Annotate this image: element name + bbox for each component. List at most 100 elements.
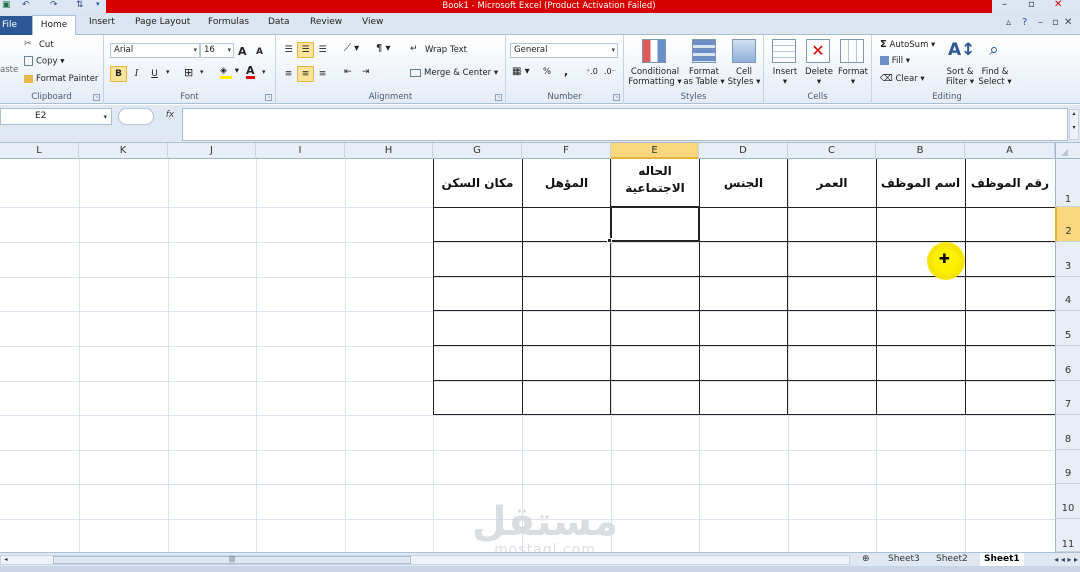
decrease-indent-icon[interactable]: ⇤ bbox=[344, 67, 352, 77]
header-cell-g1[interactable]: مكان السكن bbox=[433, 175, 522, 192]
delete-cells-icon[interactable]: ✕ bbox=[806, 39, 830, 63]
cell-styles-button[interactable]: Cell Styles ▾ bbox=[724, 67, 764, 87]
header-cell-b1[interactable]: اسم الموظف bbox=[876, 175, 965, 192]
formula-input[interactable] bbox=[182, 108, 1068, 141]
clear-button[interactable]: ⌫ Clear ▾ bbox=[880, 74, 925, 84]
column-header[interactable]: J bbox=[168, 143, 256, 159]
header-cell-a1[interactable]: رقم الموظف bbox=[965, 175, 1055, 192]
help-icon[interactable]: ? bbox=[1022, 17, 1027, 28]
fill-color-button[interactable]: ◈ ▾ bbox=[220, 66, 239, 79]
format-cells-button[interactable]: Format ▾ bbox=[834, 67, 872, 87]
bold-button[interactable]: B bbox=[110, 66, 127, 82]
comma-style-button[interactable]: , bbox=[564, 65, 568, 78]
close-icon[interactable]: ✕ bbox=[1054, 0, 1062, 10]
fill-handle[interactable] bbox=[607, 238, 612, 243]
column-header[interactable]: I bbox=[256, 143, 345, 159]
orientation-icon[interactable]: ⟋ ▾ bbox=[344, 43, 359, 54]
increase-indent-icon[interactable]: ⇥ bbox=[362, 67, 370, 77]
row-header[interactable]: 3 bbox=[1055, 242, 1080, 277]
column-header[interactable]: A bbox=[965, 143, 1055, 159]
sheet-tab-sheet2[interactable]: Sheet2 bbox=[932, 553, 972, 567]
align-top-icon[interactable]: ☰ bbox=[280, 42, 297, 58]
number-format-select[interactable]: General ▾ bbox=[510, 43, 618, 58]
tab-data[interactable]: Data bbox=[268, 17, 290, 27]
underline-button[interactable]: U bbox=[146, 66, 163, 82]
borders-icon[interactable]: ⊞ bbox=[184, 66, 193, 79]
sheet-tab-sheet1[interactable]: Sheet1 bbox=[980, 553, 1024, 567]
row-header-selected[interactable]: 2 bbox=[1055, 207, 1080, 242]
paste-button[interactable]: aste bbox=[0, 65, 18, 75]
font-name-select[interactable]: Arial ▾ bbox=[110, 43, 200, 58]
tab-review[interactable]: Review bbox=[310, 17, 342, 27]
scroll-left-icon[interactable]: ◂ bbox=[1, 556, 11, 564]
binoculars-icon[interactable]: ⌕ bbox=[982, 39, 1006, 63]
insert-function-button[interactable]: fx bbox=[160, 108, 180, 125]
minimize-ribbon-icon[interactable]: ▵ bbox=[1006, 17, 1011, 28]
sheet-tab-sheet3[interactable]: Sheet3 bbox=[884, 553, 924, 567]
cut-button[interactable]: ✂ Cut bbox=[24, 39, 54, 50]
sort-filter-icon[interactable]: A↕ bbox=[948, 39, 975, 63]
find-select-button[interactable]: Find & Select ▾ bbox=[976, 67, 1014, 87]
accounting-format-icon[interactable]: ▦ ▾ bbox=[512, 66, 530, 77]
sort-filter-button[interactable]: Sort & Filter ▾ bbox=[942, 67, 978, 87]
column-header-selected[interactable]: E bbox=[611, 143, 699, 159]
fill-button[interactable]: Fill ▾ bbox=[880, 56, 910, 66]
horizontal-scroll-thumb[interactable]: ||| bbox=[53, 556, 411, 564]
tab-view[interactable]: View bbox=[362, 17, 383, 27]
percent-style-button[interactable]: % bbox=[543, 67, 551, 77]
row-header[interactable]: 11 bbox=[1055, 519, 1080, 552]
row-header[interactable]: 4 bbox=[1055, 277, 1080, 311]
row-header[interactable]: 7 bbox=[1055, 381, 1080, 415]
shrink-font-button[interactable]: A bbox=[256, 47, 263, 57]
sheet-navigation-arrows[interactable]: ◂ ◂ ▸ ▸ bbox=[1054, 553, 1078, 566]
tab-file[interactable]: File bbox=[0, 16, 32, 35]
row-header[interactable]: 6 bbox=[1055, 346, 1080, 381]
format-cells-icon[interactable] bbox=[840, 39, 864, 63]
horizontal-scrollbar[interactable]: ◂ ||| bbox=[0, 555, 850, 565]
minimize-icon[interactable]: – bbox=[1002, 0, 1007, 10]
format-as-table-icon[interactable] bbox=[692, 39, 716, 63]
format-painter-button[interactable]: Format Painter bbox=[24, 74, 98, 84]
autosum-button[interactable]: Σ AutoSum ▾ bbox=[880, 39, 935, 50]
header-cell-f1[interactable]: المؤهل bbox=[522, 175, 611, 192]
insert-sheet-icon[interactable]: ⊕ bbox=[858, 553, 874, 567]
tab-insert[interactable]: Insert bbox=[89, 17, 115, 27]
column-header[interactable]: H bbox=[345, 143, 433, 159]
insert-cells-button[interactable]: Insert ▾ bbox=[766, 67, 804, 87]
grow-font-button[interactable]: A bbox=[238, 45, 247, 58]
restore-down-icon[interactable]: ▫ bbox=[1052, 17, 1059, 28]
alignment-launcher-icon[interactable]: ↘ bbox=[495, 94, 502, 101]
header-cell-c1[interactable]: العمر bbox=[788, 175, 876, 192]
column-header[interactable]: C bbox=[788, 143, 876, 159]
row-header[interactable]: 9 bbox=[1055, 450, 1080, 484]
align-bottom-icon[interactable]: ☰ bbox=[314, 42, 331, 58]
text-direction-icon[interactable]: ¶ ▾ bbox=[376, 43, 391, 54]
header-cell-e1[interactable]: الحاله الاجتماعية bbox=[611, 163, 699, 197]
column-header[interactable]: L bbox=[0, 143, 79, 159]
font-launcher-icon[interactable]: ↘ bbox=[265, 94, 272, 101]
column-header[interactable]: D bbox=[699, 143, 788, 159]
wrap-text-button[interactable]: ↵ Wrap Text bbox=[410, 44, 467, 55]
row-header[interactable]: 10 bbox=[1055, 484, 1080, 519]
worksheet-grid[interactable]: رقم الموظف اسم الموظف العمر الجنس الحاله… bbox=[0, 159, 1055, 552]
row-header[interactable]: 5 bbox=[1055, 311, 1080, 346]
active-cell-e2[interactable] bbox=[610, 206, 700, 242]
cell-styles-icon[interactable] bbox=[732, 39, 756, 63]
font-color-dropdown-icon[interactable]: ▾ bbox=[262, 68, 266, 76]
conditional-formatting-icon[interactable] bbox=[642, 39, 666, 63]
align-right-icon[interactable]: ≡ bbox=[314, 66, 331, 82]
align-middle-icon[interactable]: ☰ bbox=[297, 42, 314, 58]
merge-center-button[interactable]: Merge & Center ▾ bbox=[410, 68, 498, 78]
restore-window-icon[interactable]: – bbox=[1038, 17, 1043, 28]
borders-dropdown-icon[interactable]: ▾ bbox=[200, 68, 204, 76]
increase-decimal-icon[interactable]: ⁺.0 bbox=[586, 67, 598, 76]
tab-formulas[interactable]: Formulas bbox=[208, 17, 249, 27]
undo-icon[interactable]: ↶ bbox=[22, 0, 30, 10]
row-header[interactable]: 8 bbox=[1055, 415, 1080, 450]
column-header[interactable]: F bbox=[522, 143, 611, 159]
formula-bar-expand-icon[interactable]: ▴ ▾ bbox=[1069, 109, 1079, 140]
conditional-formatting-button[interactable]: Conditional Formatting ▾ bbox=[626, 67, 684, 87]
italic-button[interactable]: I bbox=[128, 66, 145, 82]
decrease-decimal-icon[interactable]: .0⁻ bbox=[604, 67, 616, 76]
header-cell-d1[interactable]: الجنس bbox=[699, 175, 788, 192]
